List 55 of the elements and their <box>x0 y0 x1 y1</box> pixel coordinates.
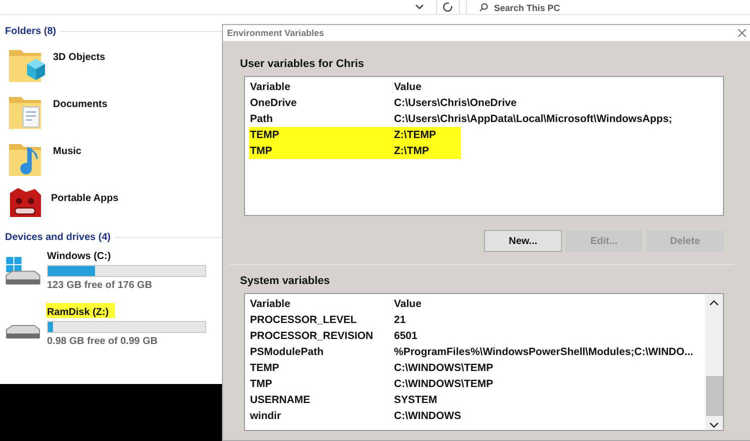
variable-value: %ProgramFiles%\WindowsPowerShell\Modules;C:\WINDO... <box>393 346 694 358</box>
highlighted-drive-name[interactable]: RamDisk (Z:) <box>46 303 115 318</box>
variable-value: 21 <box>393 314 406 326</box>
scrollbar-thumb[interactable] <box>706 376 722 416</box>
window-title: Environment Variables <box>227 28 324 38</box>
drive-icon <box>5 325 41 339</box>
column-header[interactable]: Variable <box>249 298 393 310</box>
variable-name: TEMP <box>249 129 280 141</box>
folder-item[interactable]: 3D Objects <box>0 44 222 91</box>
variable-name: USERNAME <box>249 394 312 406</box>
scrollbar[interactable] <box>705 294 723 430</box>
variable-name: TMP <box>249 378 274 390</box>
folder-item[interactable]: Music <box>0 138 222 185</box>
drive-name[interactable]: Windows (C:) <box>46 251 112 262</box>
refresh-icon[interactable] <box>443 2 453 12</box>
variable-name: Path <box>249 113 274 125</box>
column-header[interactable]: Value <box>393 81 422 93</box>
scroll-down-icon[interactable] <box>709 422 719 428</box>
search-icon <box>479 3 488 12</box>
highlighted-row[interactable]: TEMP Z:\TEMP <box>249 127 461 143</box>
variable-value: C:\Users\Chris\OneDrive <box>393 97 517 109</box>
column-header[interactable]: Variable <box>249 81 393 93</box>
chevron-down-icon[interactable] <box>414 4 424 10</box>
drive-free-space: 0.98 GB free of 0.99 GB <box>47 336 159 347</box>
variable-name: PROCESSOR_LEVEL <box>249 314 358 326</box>
variable-value: C:\WINDOWS\TEMP <box>393 362 494 374</box>
variable-list[interactable]: Variable Value OneDrive C:\Users\Chris\OneDrive Path C:\Users\Chris\AppData\Local\Microsoft\WindowsApps; TEMP Z:\TEMP TMP Z:\TMP <box>244 76 724 216</box>
column-header[interactable]: Value <box>393 298 422 310</box>
folder-item[interactable]: Documents <box>0 91 222 138</box>
variable-value: Z:\TMP <box>393 145 429 157</box>
windows-drive-icon <box>5 257 41 285</box>
variable-value: C:\WINDOWS <box>393 410 462 422</box>
section-label: System variables <box>240 275 331 287</box>
scroll-up-icon[interactable] <box>709 300 719 306</box>
section-header: Folders (8) <box>5 26 56 37</box>
section-label: User variables for Chris <box>240 58 366 70</box>
variable-name: PSModulePath <box>249 346 325 358</box>
variable-list[interactable]: Variable Value PROCESSOR_LEVEL 21 PROCESSOR_REVISION 6501 PSModulePath %ProgramFiles%\WindowsPowerShell\Modules;C:\WINDO... TEMP C:\WINDOWS\TEMP TMP C:\WINDOWS\TEMP USERNAME SYSTEM windir C:\WINDOWS <box>244 293 724 431</box>
close-icon[interactable] <box>738 29 746 37</box>
drive-free-space: 123 GB free of 176 GB <box>47 280 154 291</box>
search-field[interactable]: Search This PC <box>494 2 614 13</box>
variable-value: C:\WINDOWS\TEMP <box>393 378 494 390</box>
highlighted-row[interactable]: TMP Z:\TMP <box>249 143 461 159</box>
variable-name: TMP <box>249 145 274 157</box>
section-header: Devices and drives (4) <box>5 232 111 243</box>
variable-name: OneDrive <box>249 97 298 109</box>
variable-name: windir <box>249 410 282 422</box>
variable-value: 6501 <box>393 330 418 342</box>
variable-name: PROCESSOR_REVISION <box>249 330 374 342</box>
variable-name: TEMP <box>249 362 280 374</box>
folder-item[interactable]: Portable Apps <box>0 185 222 232</box>
variable-value: C:\Users\Chris\AppData\Local\Microsoft\WindowsApps; <box>393 113 672 125</box>
variable-value: Z:\TEMP <box>393 129 436 141</box>
variable-value: SYSTEM <box>393 394 438 406</box>
dialog-button[interactable]: New... <box>484 230 562 252</box>
